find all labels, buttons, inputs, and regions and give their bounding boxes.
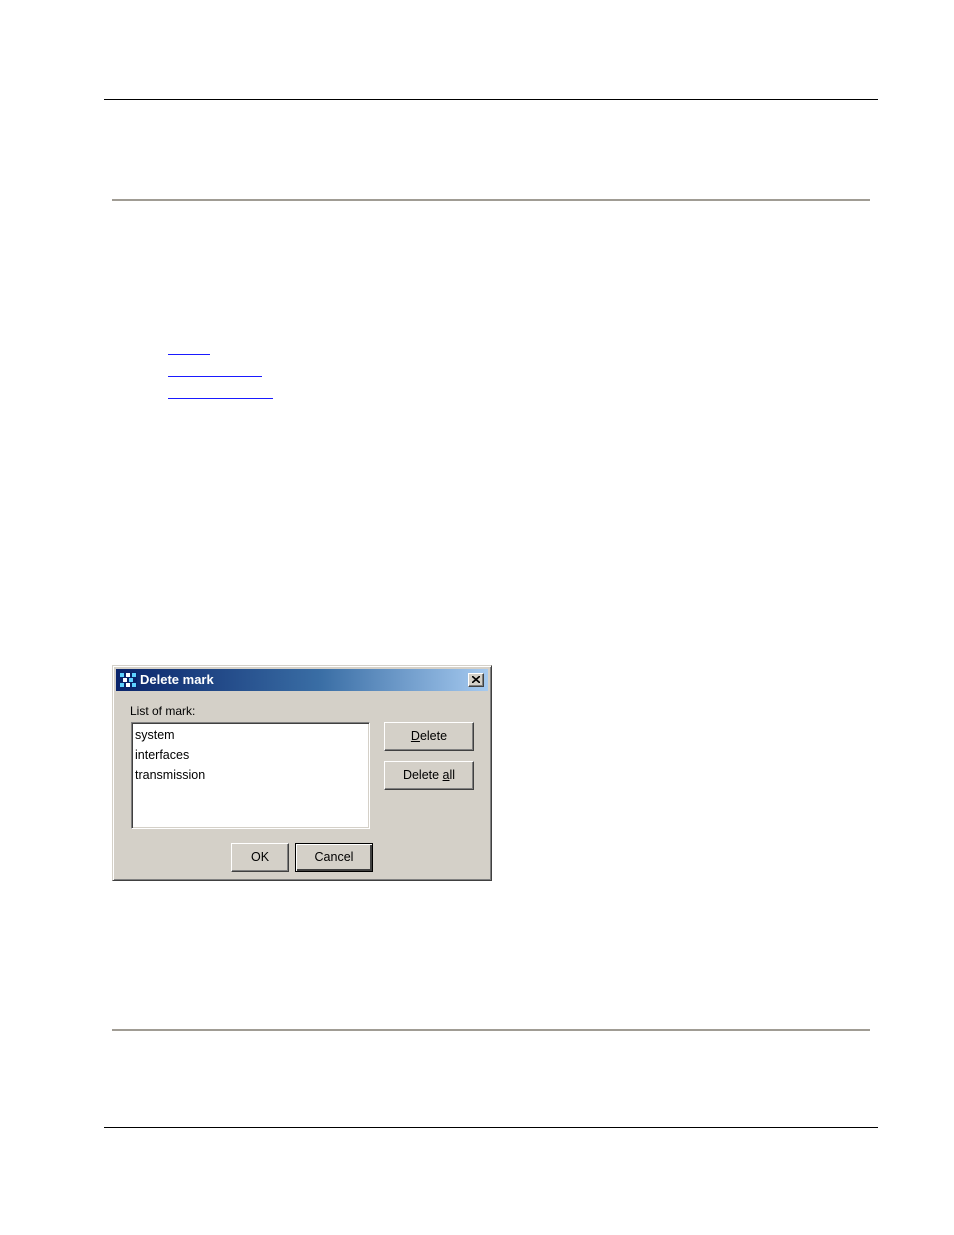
close-icon (472, 676, 480, 683)
list-item[interactable]: interfaces (135, 747, 369, 767)
dialog-titlebar[interactable]: Delete mark (116, 669, 488, 691)
section-divider-top (112, 199, 870, 201)
accelerator-key: D (410, 729, 420, 743)
toc-link-2[interactable] (168, 376, 262, 377)
list-label: List of mark: (130, 704, 196, 718)
section-divider-bottom (112, 1029, 870, 1031)
delete-mark-dialog: Delete mark List of mark: system interfa… (112, 665, 492, 881)
mark-listbox[interactable]: system interfaces transmission (131, 722, 370, 829)
cancel-button[interactable]: Cancel (295, 843, 373, 872)
accelerator-key: a (442, 768, 450, 782)
delete-all-button[interactable]: Delete all (384, 761, 474, 790)
toc-link-3[interactable] (168, 398, 273, 399)
ok-button[interactable]: OK (231, 843, 289, 872)
dialog-title: Delete mark (140, 672, 214, 687)
app-icon (119, 672, 137, 688)
close-button[interactable] (468, 673, 484, 687)
delete-button[interactable]: Delete (384, 722, 474, 751)
list-item[interactable]: transmission (135, 767, 369, 787)
list-item[interactable]: system (135, 727, 369, 747)
header-rule (104, 99, 878, 100)
toc-link-1[interactable] (168, 354, 210, 355)
footer-rule (104, 1127, 878, 1128)
